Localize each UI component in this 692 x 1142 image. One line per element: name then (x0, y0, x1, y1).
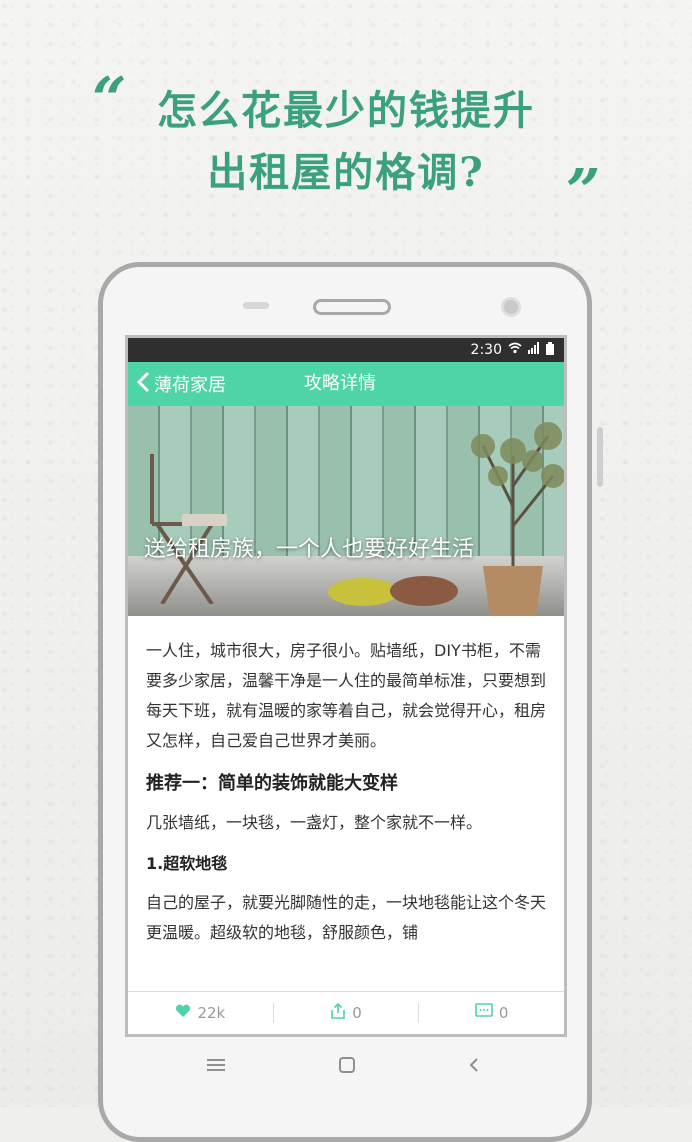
page-title: 攻略详情 (304, 373, 376, 394)
wifi-icon (508, 342, 522, 358)
front-camera (501, 297, 521, 317)
back-key-icon[interactable] (469, 1057, 479, 1077)
close-quote-mark: ” (566, 157, 601, 227)
status-time: 2:30 (470, 342, 502, 358)
action-bar: 22k 0 0 (128, 991, 564, 1034)
article-intro: 一人住，城市很大，房子很小。贴墙纸，DIY书柜，不需要多少家居，温馨干净是一人住… (146, 641, 547, 750)
article-body: 一人住，城市很大，房子很小。贴墙纸，DIY书柜，不需要多少家居，温馨干净是一人住… (128, 636, 564, 948)
share-icon (330, 1002, 346, 1023)
comment-button[interactable]: 0 (419, 1003, 564, 1023)
item-heading: 1.超软地毯 (146, 854, 228, 873)
hardware-nav-keys (103, 1057, 587, 1097)
back-button[interactable]: 薄荷家居 (136, 362, 226, 406)
menu-icon[interactable] (207, 1057, 225, 1076)
folding-chair-illustration (150, 454, 227, 604)
earpiece-speaker (313, 299, 391, 315)
heart-icon (175, 1004, 191, 1022)
status-bar: 2:30 (128, 338, 564, 362)
hero-title: 送给租房族，一个人也要好好生活 (144, 537, 475, 562)
like-count: 22k (197, 1004, 226, 1022)
comment-count: 0 (498, 1004, 509, 1022)
like-button[interactable]: 22k (128, 1004, 273, 1022)
battery-icon (546, 341, 554, 359)
nav-bar: 薄荷家居 攻略详情 (128, 362, 564, 406)
side-button (597, 427, 603, 487)
back-label: 薄荷家居 (154, 375, 226, 396)
hero-image: 送给租房族，一个人也要好好生活 (128, 406, 564, 616)
section-text: 几张墙纸，一块毯，一盏灯，整个家就不一样。 (146, 813, 483, 832)
promo-headline-line1: 怎么花最少的钱提升 (157, 87, 535, 134)
signal-icon (528, 342, 540, 358)
potted-tree-illustration (471, 422, 564, 616)
phone-frame: 2:30 薄荷家居 攻略详情 送给租房族，一个人也要好好生活 一人住，城市很大，… (98, 262, 603, 1142)
yellow-pillow (328, 578, 398, 606)
share-button[interactable]: 0 (274, 1002, 419, 1023)
sensor (243, 302, 269, 309)
share-count: 0 (352, 1004, 362, 1022)
chevron-left-icon (136, 371, 150, 398)
comment-icon (475, 1003, 493, 1023)
home-icon[interactable] (339, 1057, 355, 1077)
item-text: 自己的屋子，就要光脚随性的走，一块地毯能让这个冬天更温暖。超级软的地毯，舒服颜色… (146, 893, 547, 942)
section-heading: 推荐一：简单的装饰就能大变样 (146, 773, 398, 794)
brown-pillow (390, 576, 458, 606)
phone-screen: 2:30 薄荷家居 攻略详情 送给租房族，一个人也要好好生活 一人住，城市很大，… (125, 335, 567, 1037)
